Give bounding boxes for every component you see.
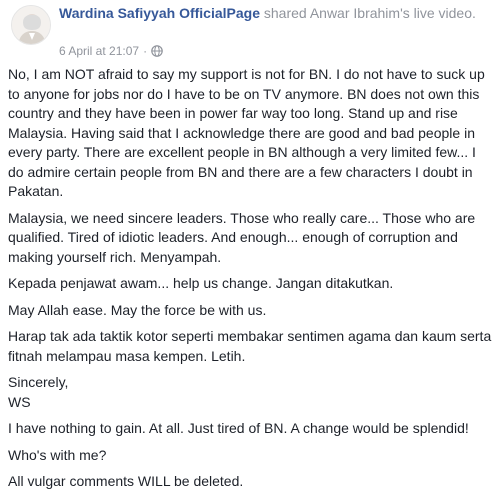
meta-separator: · [143,44,148,58]
post-paragraph: Who's with me? [8,446,107,463]
post-paragraph: I have nothing to gain. At all. Just tir… [8,420,469,436]
post-paragraph: May Allah ease. May the force be with us… [8,301,267,318]
post-paragraph: All vulgar comments WILL be deleted. [8,473,244,489]
post-meta: 6 April at 21:07 · [59,43,163,59]
shared-action-text: shared Anwar Ibrahim's live video. [263,5,476,21]
post-paragraph: Harap tak ada taktik kotor seperti memba… [8,328,492,364]
post-paragraph: Kepada penjawat awam... help us change. … [8,275,394,291]
post-paragraph: No, I am NOT afraid to say my support is… [8,66,485,199]
post-header-text: Wardina Safiyyah OfficialPage shared Anw… [59,4,489,23]
globe-icon[interactable] [151,45,163,57]
post-header: Wardina Safiyyah OfficialPage shared Anw… [8,0,489,62]
post-body: No, I am NOT afraid to say my support is… [8,65,492,499]
post-paragraph: Malaysia, we need sincere leaders. Those… [8,209,476,265]
author-avatar[interactable] [11,5,51,45]
author-name-link[interactable]: Wardina Safiyyah OfficialPage [59,5,260,21]
post-paragraph: Sincerely, WS [8,374,69,410]
facebook-post: Wardina Safiyyah OfficialPage shared Anw… [0,0,497,491]
post-timestamp-link[interactable]: 6 April at 21:07 [59,43,139,59]
avatar-photo [12,6,50,44]
